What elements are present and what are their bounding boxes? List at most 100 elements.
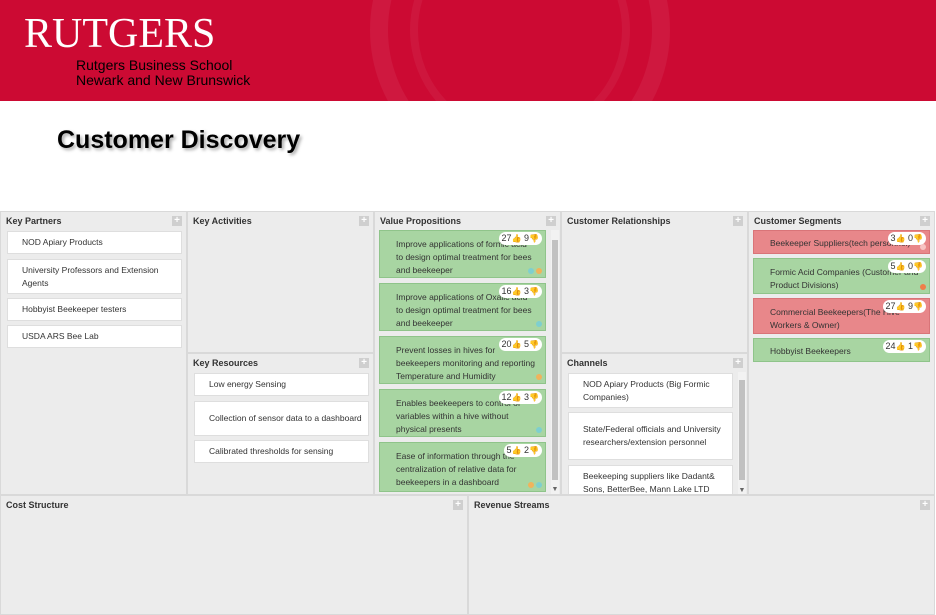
tag-dot (536, 374, 542, 380)
list-item[interactable]: USDA ARS Bee Lab (7, 325, 182, 348)
page-title: Customer Discovery (57, 126, 301, 154)
thumbs-down-icon[interactable]: 👎 (913, 262, 923, 271)
list-item[interactable]: State/Federal officials and University r… (568, 412, 733, 460)
key-partners-panel: Key Partners + NOD Apiary Products Unive… (0, 211, 187, 495)
tag-dot (528, 482, 534, 488)
tag-dots (920, 244, 926, 250)
thumbs-down-icon[interactable]: 👎 (913, 342, 923, 351)
value-proposition-card[interactable]: Ease of information through the centrali… (379, 442, 546, 492)
tag-dot (536, 321, 542, 327)
scroll-down-icon[interactable]: ▼ (738, 487, 746, 494)
tag-dot (920, 244, 926, 250)
customer-relationships-title: Customer Relationships (567, 216, 671, 226)
add-cost-button[interactable]: + (453, 500, 463, 510)
channels-panel: Channels + NOD Apiary Products (Big Form… (561, 353, 748, 495)
thumbs-down-icon[interactable]: 👎 (529, 393, 539, 402)
school-line-1: Rutgers Business School (76, 57, 233, 73)
revenue-streams-panel: Revenue Streams + (468, 495, 935, 615)
card-text: Enables beekeepers to control of variabl… (396, 398, 521, 434)
list-item[interactable]: NOD Apiary Products (7, 231, 182, 254)
channels-title: Channels (567, 358, 608, 368)
thumbs-up-icon[interactable]: 👍 (512, 393, 522, 402)
thumbs-down-icon[interactable]: 👎 (913, 302, 923, 311)
thumbs-down-icon[interactable]: 👎 (529, 234, 539, 243)
thumbs-up-icon[interactable]: 👍 (512, 234, 522, 243)
list-item[interactable]: NOD Apiary Products (Big Formic Companie… (568, 373, 733, 408)
add-channel-button[interactable]: + (733, 358, 743, 368)
card-text: Ease of information through the centrali… (396, 451, 517, 487)
list-item[interactable]: Hobbyist Beekeeper testers (7, 298, 182, 321)
vote-badge: 16👍 3👎 (498, 285, 542, 298)
vote-badge: 12👍 3👎 (498, 391, 542, 404)
cost-structure-title: Cost Structure (6, 500, 69, 510)
thumbs-up-icon[interactable]: 👍 (896, 342, 906, 351)
key-resources-title: Key Resources (193, 358, 259, 368)
tag-dots (536, 374, 542, 380)
value-proposition-card[interactable]: Prevent losses in hives for beekeepers m… (379, 336, 546, 384)
customer-segments-panel: Customer Segments + Beekeeper Suppliers(… (748, 211, 935, 495)
list-item[interactable]: Beekeeping suppliers like Dadant& Sons, … (568, 465, 733, 494)
value-propositions-scrollbar[interactable]: ▼ (551, 230, 559, 494)
vote-badge: 27👍 9👎 (882, 300, 926, 313)
card-text: Hobbyist Beekeepers (770, 346, 851, 356)
school-line-2: Newark and New Brunswick (76, 72, 251, 88)
thumbs-up-icon[interactable]: 👍 (512, 340, 522, 349)
customer-segment-card[interactable]: Commercial Beekeepers(The Hive Workers &… (753, 298, 930, 334)
thumbs-down-icon[interactable]: 👎 (529, 446, 539, 455)
scrollbar-thumb[interactable] (739, 380, 745, 480)
tag-dot (536, 268, 542, 274)
scrollbar-thumb[interactable] (552, 240, 558, 480)
tag-dots (536, 321, 542, 327)
list-item[interactable]: Low energy Sensing (194, 373, 369, 396)
vote-badge: 24👍 1👎 (882, 340, 926, 353)
key-activities-panel: Key Activities + (187, 211, 374, 353)
vote-badge: 5👍 2👎 (503, 444, 542, 457)
value-proposition-card[interactable]: Improve applications of formic acid to d… (379, 230, 546, 278)
thumbs-up-icon[interactable]: 👍 (896, 234, 906, 243)
thumbs-up-icon[interactable]: 👍 (896, 262, 906, 271)
thumbs-down-icon[interactable]: 👎 (529, 287, 539, 296)
key-activities-title: Key Activities (193, 216, 252, 226)
add-key-resource-button[interactable]: + (359, 358, 369, 368)
add-key-partner-button[interactable]: + (172, 216, 182, 226)
tag-dot (536, 482, 542, 488)
vote-badge: 27👍 9👎 (498, 232, 542, 245)
cost-structure-panel: Cost Structure + (0, 495, 468, 615)
customer-segments-title: Customer Segments (754, 216, 842, 226)
thumbs-down-icon[interactable]: 👎 (529, 340, 539, 349)
scroll-down-icon[interactable]: ▼ (551, 486, 559, 494)
vote-badge: 5👍 0👎 (887, 260, 926, 273)
customer-segment-card[interactable]: Formic Acid Companies (Customer and Prod… (753, 258, 930, 294)
channels-scrollbar[interactable]: ▼ (738, 372, 746, 494)
school-name: Rutgers Business School Newark and New B… (76, 58, 250, 88)
revenue-streams-title: Revenue Streams (474, 500, 550, 510)
add-customer-relationship-button[interactable]: + (733, 216, 743, 226)
value-propositions-title: Value Propositions (380, 216, 462, 226)
value-proposition-card[interactable]: Improve applications of Oxalic acid to d… (379, 283, 546, 331)
thumbs-up-icon[interactable]: 👍 (512, 287, 522, 296)
vote-badge: 20👍 5👎 (498, 338, 542, 351)
tag-dots (536, 427, 542, 433)
add-revenue-button[interactable]: + (920, 500, 930, 510)
value-proposition-card[interactable]: Enables beekeepers to control of variabl… (379, 389, 546, 437)
customer-relationships-panel: Customer Relationships + (561, 211, 748, 353)
list-item[interactable]: Collection of sensor data to a dashboard (194, 401, 369, 436)
list-item[interactable]: University Professors and Extension Agen… (7, 259, 182, 294)
customer-segment-card[interactable]: Beekeeper Suppliers(tech personnel) 3👍 0… (753, 230, 930, 254)
customer-segment-card[interactable]: Hobbyist Beekeepers 24👍 1👎 (753, 338, 930, 362)
rutgers-logo: RUTGERS (24, 11, 216, 57)
thumbs-down-icon[interactable]: 👎 (913, 234, 923, 243)
add-customer-segment-button[interactable]: + (920, 216, 930, 226)
add-key-activity-button[interactable]: + (359, 216, 369, 226)
thumbs-up-icon[interactable]: 👍 (896, 302, 906, 311)
tag-dot (536, 427, 542, 433)
thumbs-up-icon[interactable]: 👍 (512, 446, 522, 455)
add-value-proposition-button[interactable]: + (546, 216, 556, 226)
tag-dots (920, 284, 926, 290)
card-text: Commercial Beekeepers(The Hive Workers &… (770, 307, 900, 330)
tag-dot (920, 284, 926, 290)
tag-dot (528, 268, 534, 274)
key-resources-panel: Key Resources + Low energy Sensing Colle… (187, 353, 374, 495)
list-item[interactable]: Calibrated thresholds for sensing (194, 440, 369, 463)
key-partners-title: Key Partners (6, 216, 62, 226)
